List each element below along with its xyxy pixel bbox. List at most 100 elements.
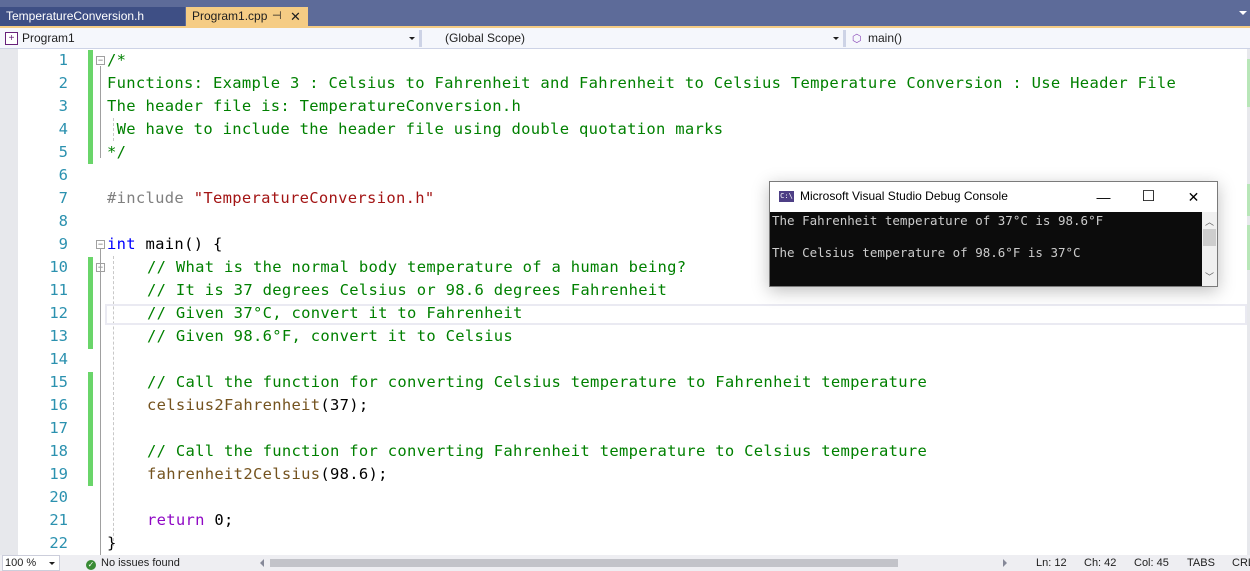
project-icon: +	[5, 32, 18, 45]
project-label: Program1	[22, 31, 75, 45]
line-number: 7	[58, 189, 68, 207]
document-tab-strip: TemperatureConversion.h Program1.cpp ⊣ ✕	[0, 0, 1250, 27]
tab-label: Program1.cpp	[192, 9, 268, 23]
preprocessor-directive: #include	[107, 189, 194, 207]
line-number: 19	[49, 465, 68, 483]
scope-label: (Global Scope)	[445, 31, 526, 45]
fold-line	[100, 66, 101, 158]
code-editor[interactable]: − − − 1 2 3 4 5 6 7 8 9 10 11 12 13 14 1…	[0, 49, 1250, 555]
zoom-dropdown[interactable]: 100 %	[2, 555, 60, 571]
tab-overflow-dropdown-icon[interactable]	[1239, 11, 1247, 15]
indent-guide	[113, 256, 114, 546]
code-line: */	[107, 143, 127, 161]
console-output[interactable]: The Fahrenheit temperature of 37°C is 98…	[770, 212, 1202, 286]
line-number: 2	[58, 74, 68, 92]
line-number: 3	[58, 97, 68, 115]
collapse-icon[interactable]: −	[96, 240, 105, 249]
function-icon: ⬡	[852, 33, 862, 45]
project-dropdown[interactable]: + Program1	[2, 30, 422, 47]
console-scrollbar[interactable]: ︿ ﹀	[1202, 212, 1217, 286]
code-line: // Call the function for converting Cels…	[147, 373, 928, 391]
code-text: main() {	[135, 235, 223, 253]
fold-line	[100, 249, 101, 555]
code-line: // What is the normal body temperature o…	[147, 258, 687, 276]
editor-status-bar: 100 % ✓ No issues found Ln: 12 Ch: 42 Col…	[0, 555, 1250, 571]
line-number: 5	[58, 143, 68, 161]
line-number: 13	[49, 327, 68, 345]
close-button[interactable]: ✕	[1171, 184, 1216, 210]
console-output-line: The Fahrenheit temperature of 37°C is 98…	[772, 213, 1104, 228]
console-app-icon: C:\	[779, 191, 794, 202]
collapse-icon[interactable]: −	[96, 56, 105, 65]
line-number: 15	[49, 373, 68, 391]
indicator-margin	[0, 49, 18, 555]
code-text: 0;	[204, 511, 234, 529]
code-line: Functions: Example 3 : Celsius to Fahren…	[107, 74, 1177, 92]
line-number: 21	[49, 511, 68, 529]
change-indicator	[88, 372, 93, 486]
function-name: celsius2Fahrenheit	[147, 396, 321, 414]
line-indicator[interactable]: Ln: 12	[1036, 555, 1067, 571]
code-line: // Call the function for converting Fahr…	[147, 442, 928, 460]
tab-program1-cpp[interactable]: Program1.cpp ⊣ ✕	[186, 7, 308, 26]
tab-label: TemperatureConversion.h	[6, 9, 145, 23]
pin-icon[interactable]: ⊣	[272, 7, 282, 26]
line-number: 1	[58, 51, 68, 69]
horizontal-scrollbar[interactable]	[258, 558, 1018, 568]
code-text: (98.6);	[320, 465, 388, 483]
code-line: #include "TemperatureConversion.h"	[107, 187, 434, 210]
code-line: fahrenheit2Celsius(98.6);	[147, 463, 388, 486]
scroll-up-icon[interactable]: ︿	[1202, 215, 1217, 228]
debug-console-window[interactable]: C:\ Microsoft Visual Studio Debug Consol…	[769, 181, 1218, 287]
code-line: // Given 98.6°F, convert it to Celsius	[147, 327, 514, 345]
line-number: 20	[49, 488, 68, 506]
code-line: celsius2Fahrenheit(37);	[147, 394, 369, 417]
maximize-button[interactable]: ☐	[1126, 184, 1171, 210]
scroll-left-icon[interactable]	[260, 559, 264, 567]
line-number: 8	[58, 212, 68, 230]
line-number: 10	[49, 258, 68, 276]
member-dropdown[interactable]: ⬡ main()	[849, 30, 1247, 47]
visual-studio-window: TemperatureConversion.h Program1.cpp ⊣ ✕…	[0, 0, 1250, 571]
scrollbar-thumb[interactable]	[1203, 229, 1216, 246]
code-line: The header file is: TemperatureConversio…	[107, 97, 522, 115]
line-number: 22	[49, 534, 68, 552]
tab-temperatureconversion-h[interactable]: TemperatureConversion.h	[0, 7, 185, 26]
code-line: }	[107, 534, 117, 552]
issues-label: No issues found	[101, 557, 180, 569]
line-ending-indicator[interactable]: CRLF	[1232, 555, 1250, 571]
console-output-line: The Celsius temperature of 98.6°F is 37°…	[772, 245, 1081, 260]
code-line: // It is 37 degrees Celsius or 98.6 degr…	[147, 281, 668, 299]
scope-dropdown[interactable]: (Global Scope)	[426, 30, 846, 47]
check-circle-icon: ✓	[86, 560, 96, 570]
indentation-indicator[interactable]: TABS	[1187, 555, 1215, 571]
line-number: 12	[49, 304, 68, 322]
keyword: int	[107, 235, 136, 253]
code-text: (37);	[320, 396, 369, 414]
include-string: "TemperatureConversion.h"	[193, 189, 435, 207]
chevron-down-icon	[833, 37, 839, 40]
console-titlebar[interactable]: C:\ Microsoft Visual Studio Debug Consol…	[770, 182, 1217, 212]
column-indicator[interactable]: Col: 45	[1134, 555, 1169, 571]
line-number: 11	[49, 281, 68, 299]
console-title: Microsoft Visual Studio Debug Console	[800, 189, 1008, 203]
line-number: 16	[49, 396, 68, 414]
line-number: 9	[58, 235, 68, 253]
close-icon[interactable]: ✕	[290, 7, 301, 26]
code-line: // Given 37°C, convert it to Fahrenheit	[147, 304, 523, 322]
chevron-down-icon	[49, 562, 55, 565]
code-line: int main() {	[107, 233, 223, 256]
scroll-down-icon[interactable]: ﹀	[1202, 270, 1217, 283]
scrollbar-thumb[interactable]	[270, 559, 898, 567]
navigation-bar: + Program1 (Global Scope) ⬡ main()	[0, 28, 1250, 49]
char-indicator[interactable]: Ch: 42	[1084, 555, 1116, 571]
minimize-button[interactable]: —	[1081, 184, 1126, 210]
line-number: 18	[49, 442, 68, 460]
chevron-down-icon	[409, 37, 415, 40]
keyword: return	[147, 511, 205, 529]
issues-indicator[interactable]: ✓ No issues found	[86, 555, 180, 571]
line-number: 4	[58, 120, 68, 138]
code-line: /*	[107, 51, 127, 69]
scroll-right-icon[interactable]	[1003, 559, 1007, 567]
change-indicator	[88, 257, 93, 349]
